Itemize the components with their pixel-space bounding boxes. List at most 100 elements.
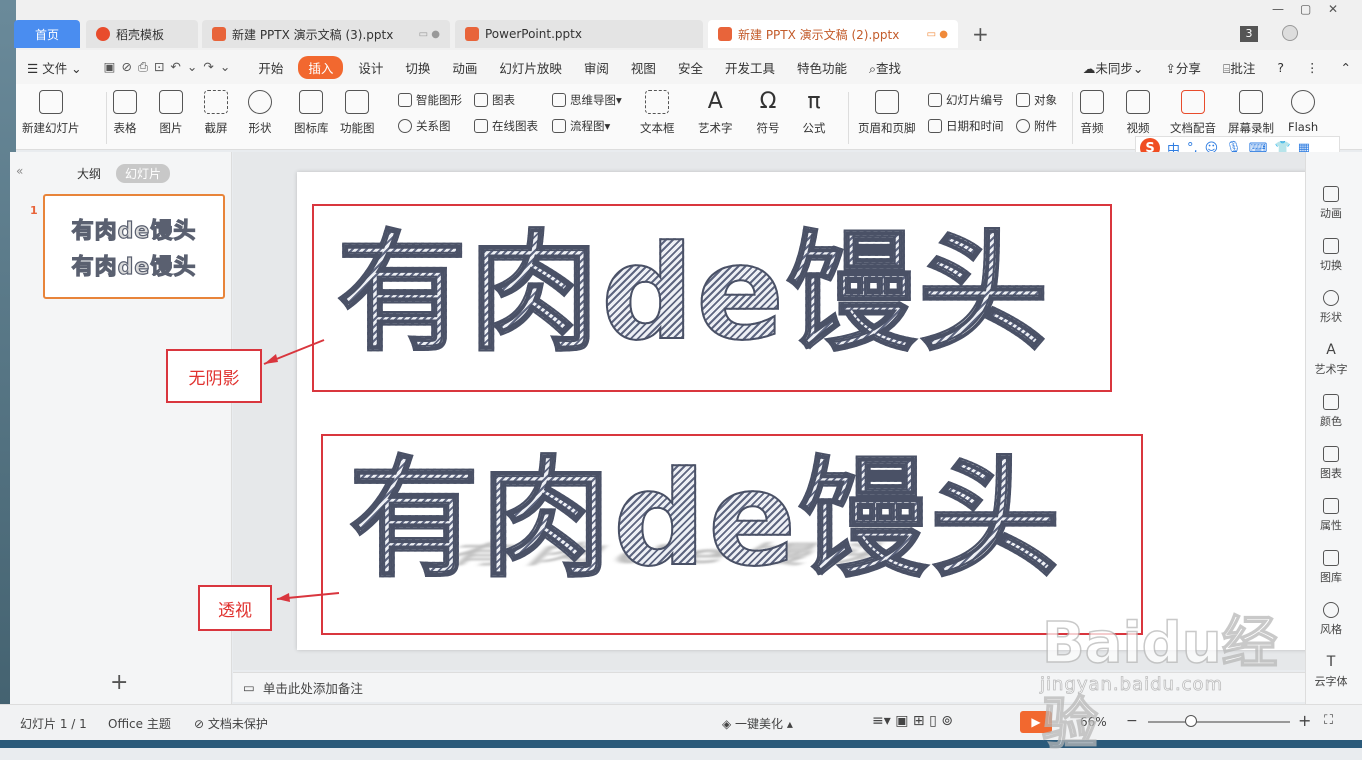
menu-item-design[interactable]: 设计 [347,58,394,77]
new-slide-button[interactable]: 新建幻灯片 [22,90,80,136]
tab-docer[interactable]: 稻壳模板 [86,20,198,48]
tab-bar: 首页 稻壳模板 新建 PPTX 演示文稿 (3).pptx ▭ ● PowerPo… [0,0,1362,748]
art-text-perspective[interactable]: 有肉de馒头 [348,453,1062,585]
shape-button[interactable]: 形状 [248,90,272,136]
share-button[interactable]: ⇪分享 [1154,58,1212,77]
smart-shape-icon [398,93,412,107]
menu-file[interactable]: ☰ 文件 ⌄ [16,58,93,77]
menu-item-transition[interactable]: 切换 [394,58,441,77]
video-icon [1126,90,1150,114]
sidebar-label: 图库 [1320,571,1342,584]
online-chart-button[interactable]: 在线图表 [474,118,538,134]
menu-item-review[interactable]: 审阅 [573,58,620,77]
tab-doc2-active[interactable]: 新建 PPTX 演示文稿 (2).pptx ▭ ● [708,20,958,48]
menu-item-view[interactable]: 视图 [620,58,667,77]
add-slide-button[interactable]: + [110,670,128,695]
tab-home[interactable]: 首页 [14,20,80,48]
maximize-icon[interactable]: ▢ [1300,2,1311,16]
tab-label: 新建 PPTX 演示文稿 (3).pptx [232,27,394,42]
art-text-button[interactable]: A 艺术字 [698,90,733,136]
flash-label: Flash [1288,120,1319,134]
tab-close-icon[interactable]: ▭ ● [927,29,948,40]
video-button[interactable]: 视频 [1126,90,1150,136]
tab-powerpoint[interactable]: PowerPoint.pptx [455,20,703,48]
search-menu[interactable]: ⌕查找 [858,58,912,77]
view-mode-icons[interactable]: ≡▾ ▣ ⊞ ▯ ⊚ [872,713,953,729]
slides-tab[interactable]: 幻灯片 [116,164,171,183]
theme-name[interactable]: Office 主题 [108,715,171,732]
art-text-label: 艺术字 [698,121,733,135]
protect-status[interactable]: ⊘ 文档未保护 [194,715,268,732]
function-chart-button[interactable]: 功能图 [340,90,375,136]
sidebar-item-color[interactable]: 颜色 [1306,394,1356,429]
menu-item-features[interactable]: 特色功能 [786,58,858,77]
sidebar-item-art-text[interactable]: A 艺术字 [1306,342,1356,377]
beautify-button[interactable]: ◈ 一键美化 ▴ [722,715,793,732]
attachment-button[interactable]: 附件 [1016,118,1057,134]
sidebar-item-chart[interactable]: 图表 [1306,446,1356,481]
slide[interactable]: 有肉de馒头 有肉de馒头 有肉de馒头 [297,172,1362,650]
chart-label: 图表 [492,93,515,107]
tab-label: PowerPoint.pptx [485,27,582,41]
textbox-icon [645,90,670,114]
menu-item-insert[interactable]: 插入 [298,55,344,79]
doc-voice-button[interactable]: 文档配音 [1170,90,1216,136]
slide-number-button[interactable]: 幻灯片编号 [928,92,1004,108]
minimize-icon[interactable]: — [1272,2,1284,16]
mindmap-button[interactable]: 思维导图 ▾ [552,92,622,108]
screenshot-button[interactable]: 截屏 [204,90,228,136]
relation-chart-button[interactable]: 关系图 [398,118,451,134]
formula-button[interactable]: π 公式 [802,90,826,136]
collapse-ribbon-icon[interactable]: ⌃ [1330,60,1362,75]
tab-doc3[interactable]: 新建 PPTX 演示文稿 (3).pptx ▭ ● [202,20,450,48]
icon-library-label: 图标库 [294,121,329,135]
sidebar-label: 图表 [1320,467,1342,480]
chart-button[interactable]: 图表 [474,92,515,108]
tab-count-badge[interactable]: 3 [1240,26,1258,42]
sidebar-item-shape[interactable]: 形状 [1306,290,1356,325]
screen-record-button[interactable]: 屏幕录制 [1228,90,1274,136]
icon-library-button[interactable]: 图标库 [294,90,329,136]
textbox-button[interactable]: 文本框 [640,90,675,136]
ppt-file-icon [718,27,732,41]
sidebar-item-transition[interactable]: 切换 [1306,238,1356,273]
flash-button[interactable]: Flash [1288,90,1318,134]
symbol-button[interactable]: Ω 符号 [756,90,780,136]
audio-button[interactable]: 音频 [1080,90,1104,136]
menu-item-slideshow[interactable]: 幻灯片放映 [488,58,573,77]
menu-item-animation[interactable]: 动画 [441,58,488,77]
avatar[interactable] [1282,25,1298,41]
sidebar-item-animation[interactable]: 动画 [1306,186,1356,221]
slide-thumbnail[interactable]: 有肉de馒头 有肉de馒头 [43,194,225,299]
quick-access-icons[interactable]: ▣⊘⎙⊡↶⌄↷⌄ [93,59,248,75]
picture-button[interactable]: 图片 [159,90,183,136]
table-button[interactable]: 表格 [113,90,137,136]
datetime-button[interactable]: 日期和时间 [928,118,1004,134]
collapse-panel-icon[interactable]: « [16,164,23,178]
help-icon[interactable]: ? [1266,60,1295,75]
outline-tab[interactable]: 大纲 [68,164,110,183]
smart-shape-button[interactable]: 智能图形 [398,92,462,108]
calendar-icon [928,119,942,133]
slide-number-label: 幻灯片编号 [946,93,1004,107]
new-tab-plus-icon[interactable]: + [972,22,989,46]
notes-placeholder: 单击此处添加备注 [262,681,363,696]
menu-item-home[interactable]: 开始 [247,58,294,77]
menu-item-devtools[interactable]: 开发工具 [714,58,786,77]
more-icon[interactable]: ⋮ [1295,60,1330,75]
sidebar-item-gallery[interactable]: 图库 [1306,550,1356,585]
sync-status[interactable]: ☁未同步⌄ [1072,58,1155,77]
shape-icon [1323,290,1339,306]
comment-button[interactable]: ⌸批注 [1212,58,1267,77]
symbol-label: 符号 [756,121,780,135]
sidebar-item-properties[interactable]: 属性 [1306,498,1356,533]
transition-icon [1323,238,1339,254]
close-window-icon[interactable]: ✕ [1328,2,1338,16]
art-text-no-shadow[interactable]: 有肉de馒头 [336,227,1050,359]
tab-close-icon[interactable]: ▭ ● [419,29,440,40]
screenshot-label: 截屏 [204,121,228,135]
object-button[interactable]: 对象 [1016,92,1057,108]
flowchart-button[interactable]: 流程图 ▾ [552,118,610,134]
menu-item-security[interactable]: 安全 [667,58,714,77]
header-footer-button[interactable]: 页眉和页脚 [858,90,916,136]
